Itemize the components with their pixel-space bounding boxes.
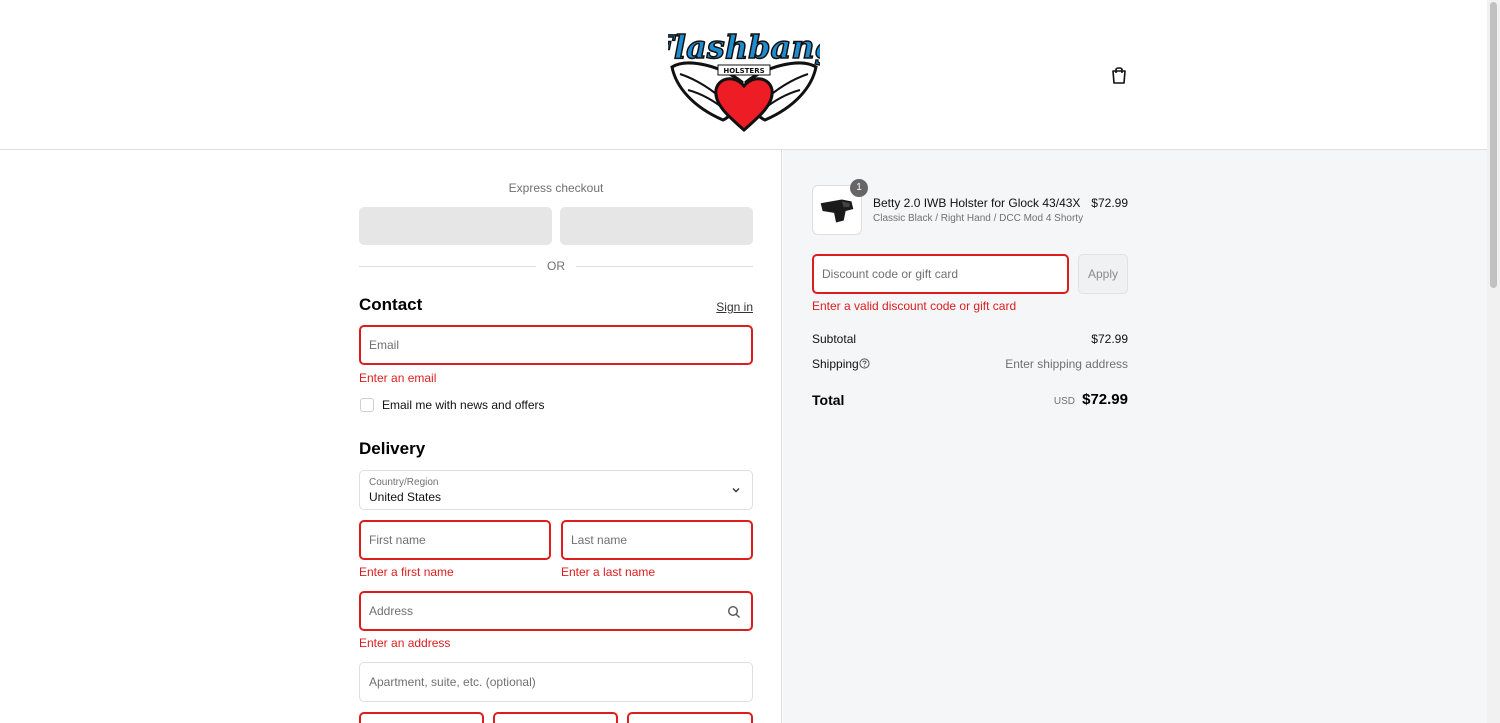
country-select[interactable]: Country/Region United States [359, 470, 753, 510]
quantity-badge: 1 [850, 179, 868, 197]
contact-heading: Contact [359, 295, 423, 314]
chevron-down-icon [732, 488, 740, 493]
currency-code: USD [1053, 396, 1075, 407]
divider-line-right [576, 266, 753, 267]
address-placeholder: Address [369, 604, 414, 618]
checkout-form-column: Express checkout OR Contact Sign in Emai… [0, 150, 782, 723]
last-name-error: Enter a last name [561, 565, 656, 579]
discount-error: Enter a valid discount code or gift card [812, 299, 1017, 313]
apartment-placeholder: Apartment, suite, etc. (optional) [369, 675, 536, 689]
subtotal-value: $72.99 [1091, 332, 1128, 346]
question-circle-icon[interactable] [859, 358, 870, 369]
product-price: $72.99 [1091, 196, 1128, 210]
email-input[interactable]: Email [359, 325, 753, 365]
last-name-input[interactable]: Last name [561, 520, 753, 560]
page-scrollbar[interactable] [1487, 0, 1500, 723]
express-pay-button-2[interactable] [560, 207, 753, 245]
scrollbar-thumb[interactable] [1490, 2, 1497, 288]
zip-input[interactable] [627, 712, 753, 723]
delivery-heading: Delivery [359, 439, 426, 458]
country-value: United States [369, 490, 442, 504]
shipping-value: Enter shipping address [1005, 357, 1128, 371]
flashbang-logo[interactable]: Flashbang HOLSTERS [668, 12, 820, 136]
shipping-label: Shipping [812, 357, 859, 371]
or-divider-text: OR [547, 259, 565, 273]
last-name-placeholder: Last name [571, 533, 628, 547]
city-input[interactable] [359, 712, 484, 723]
divider-line-left [359, 266, 536, 267]
apply-discount-button[interactable]: Apply [1078, 254, 1128, 294]
logo-subtext: HOLSTERS [723, 67, 764, 75]
product-variant: Classic Black / Right Hand / DCC Mod 4 S… [873, 213, 1084, 224]
country-label: Country/Region [369, 477, 439, 488]
checkout-main: Express checkout OR Contact Sign in Emai… [0, 150, 1487, 723]
discount-code-input[interactable]: Discount code or gift card [812, 254, 1069, 294]
first-name-error: Enter a first name [359, 565, 454, 579]
first-name-input[interactable]: First name [359, 520, 551, 560]
subtotal-label: Subtotal [812, 332, 857, 346]
email-error: Enter an email [359, 371, 437, 385]
express-checkout-label: Express checkout [508, 181, 604, 195]
newsletter-label: Email me with news and offers [382, 398, 545, 412]
newsletter-checkbox[interactable] [360, 398, 374, 412]
discount-placeholder: Discount code or gift card [822, 267, 959, 281]
apartment-input[interactable]: Apartment, suite, etc. (optional) [359, 662, 753, 702]
sign-in-link[interactable]: Sign in [700, 300, 753, 314]
shopping-bag-icon[interactable] [1108, 64, 1130, 86]
first-name-placeholder: First name [369, 533, 426, 547]
address-input[interactable]: Address [359, 591, 753, 631]
total-label: Total [812, 392, 845, 408]
product-name: Betty 2.0 IWB Holster for Glock 43/43X [873, 196, 1081, 210]
state-select[interactable] [493, 712, 618, 723]
order-summary-column [783, 150, 1487, 723]
email-placeholder: Email [369, 338, 400, 352]
site-header: Flashbang HOLSTERS [0, 0, 1487, 150]
logo-text: Flashbang [668, 28, 820, 66]
express-pay-button-1[interactable] [359, 207, 552, 245]
search-icon[interactable] [727, 605, 741, 619]
total-value: $72.99 [1082, 391, 1128, 408]
address-error: Enter an address [359, 636, 451, 650]
